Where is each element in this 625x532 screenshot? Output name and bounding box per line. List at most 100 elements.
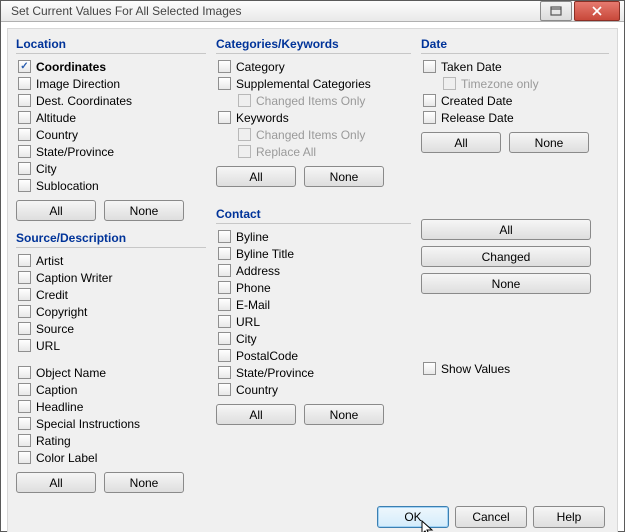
chk-label: Country (236, 383, 278, 397)
chk-label: Replace All (256, 145, 316, 159)
chk-state-province[interactable]: State/Province (16, 143, 206, 160)
titlebar-misc-button[interactable] (540, 1, 572, 21)
chk-created-date[interactable]: Created Date (421, 92, 609, 109)
chk-url[interactable]: URL (16, 337, 206, 354)
global-none-button[interactable]: None (421, 273, 591, 294)
checkbox-icon (18, 339, 31, 352)
chk-copyright[interactable]: Copyright (16, 303, 206, 320)
chk-postalcode[interactable]: PostalCode (216, 347, 411, 364)
checkbox-icon (443, 77, 456, 90)
chk-label: Color Label (36, 451, 97, 465)
checkbox-icon (218, 315, 231, 328)
chk-category[interactable]: Category (216, 58, 411, 75)
column-left: Location Coordinates Image Direction Des… (16, 33, 206, 499)
chk-label: Rating (36, 434, 71, 448)
checkbox-icon (218, 230, 231, 243)
checkbox-icon (218, 247, 231, 260)
chk-image-direction[interactable]: Image Direction (16, 75, 206, 92)
cancel-button[interactable]: Cancel (455, 506, 527, 528)
chk-headline[interactable]: Headline (16, 398, 206, 415)
global-all-button[interactable]: All (421, 219, 591, 240)
chk-show-values[interactable]: Show Values (421, 360, 609, 377)
chk-email[interactable]: E-Mail (216, 296, 411, 313)
checkbox-icon (18, 383, 31, 396)
group-title-source: Source/Description (16, 227, 206, 248)
checkbox-icon (18, 254, 31, 267)
checkbox-icon (18, 417, 31, 430)
chk-sublocation[interactable]: Sublocation (16, 177, 206, 194)
chk-label: Taken Date (441, 60, 502, 74)
help-button[interactable]: Help (533, 506, 605, 528)
checkbox-icon (218, 383, 231, 396)
chk-label: Sublocation (36, 179, 99, 193)
categories-none-button[interactable]: None (304, 166, 384, 187)
checkbox-icon (423, 111, 436, 124)
checkbox-icon (18, 77, 31, 90)
categories-all-button[interactable]: All (216, 166, 296, 187)
date-none-button[interactable]: None (509, 132, 589, 153)
checkbox-icon (18, 94, 31, 107)
chk-credit[interactable]: Credit (16, 286, 206, 303)
chk-label: Country (36, 128, 78, 142)
chk-special-instructions[interactable]: Special Instructions (16, 415, 206, 432)
chk-city[interactable]: City (16, 160, 206, 177)
chk-contact-country[interactable]: Country (216, 381, 411, 398)
chk-keywords[interactable]: Keywords (216, 109, 411, 126)
dialog-footer: OK Cancel Help (8, 499, 617, 532)
chk-release-date[interactable]: Release Date (421, 109, 609, 126)
ok-button[interactable]: OK (377, 506, 449, 528)
chk-dest-coordinates[interactable]: Dest. Coordinates (16, 92, 206, 109)
column-right: Date Taken Date Timezone only Created Da… (421, 33, 609, 499)
chk-byline-title[interactable]: Byline Title (216, 245, 411, 262)
group-title-contact: Contact (216, 203, 411, 224)
chk-contact-url[interactable]: URL (216, 313, 411, 330)
group-title-date: Date (421, 33, 609, 54)
chk-contact-city[interactable]: City (216, 330, 411, 347)
chk-caption-writer[interactable]: Caption Writer (16, 269, 206, 286)
close-button[interactable] (574, 1, 620, 21)
chk-label: Dest. Coordinates (36, 94, 132, 108)
checkbox-icon (18, 145, 31, 158)
chk-label: Keywords (236, 111, 289, 125)
source-all-button[interactable]: All (16, 472, 96, 493)
checkbox-icon (18, 179, 31, 192)
chk-object-name[interactable]: Object Name (16, 364, 206, 381)
group-title-categories: Categories/Keywords (216, 33, 411, 54)
contact-all-button[interactable]: All (216, 404, 296, 425)
chk-address[interactable]: Address (216, 262, 411, 279)
chk-supplemental-categories[interactable]: Supplemental Categories (216, 75, 411, 92)
chk-label: Artist (36, 254, 63, 268)
chk-altitude[interactable]: Altitude (16, 109, 206, 126)
chk-label: Address (236, 264, 280, 278)
source-none-button[interactable]: None (104, 472, 184, 493)
chk-timezone-only: Timezone only (421, 75, 609, 92)
chk-label: Object Name (36, 366, 106, 380)
chk-color-label[interactable]: Color Label (16, 449, 206, 466)
checkbox-icon (18, 128, 31, 141)
checkbox-icon (218, 77, 231, 90)
checkbox-icon (423, 94, 436, 107)
chk-taken-date[interactable]: Taken Date (421, 58, 609, 75)
chk-label: Phone (236, 281, 271, 295)
chk-caption[interactable]: Caption (16, 381, 206, 398)
chk-label: Show Values (441, 362, 510, 376)
chk-rating[interactable]: Rating (16, 432, 206, 449)
chk-coordinates[interactable]: Coordinates (16, 58, 206, 75)
chk-label: Byline (236, 230, 269, 244)
chk-kw-replace-all: Replace All (216, 143, 411, 160)
location-all-button[interactable]: All (16, 200, 96, 221)
chk-byline[interactable]: Byline (216, 228, 411, 245)
chk-artist[interactable]: Artist (16, 252, 206, 269)
chk-phone[interactable]: Phone (216, 279, 411, 296)
checkbox-icon (218, 332, 231, 345)
contact-none-button[interactable]: None (304, 404, 384, 425)
chk-label: State/Province (236, 366, 314, 380)
checkbox-icon (18, 322, 31, 335)
chk-contact-state-province[interactable]: State/Province (216, 364, 411, 381)
date-all-button[interactable]: All (421, 132, 501, 153)
chk-source[interactable]: Source (16, 320, 206, 337)
checkbox-icon (18, 305, 31, 318)
chk-country[interactable]: Country (16, 126, 206, 143)
global-changed-button[interactable]: Changed (421, 246, 591, 267)
location-none-button[interactable]: None (104, 200, 184, 221)
